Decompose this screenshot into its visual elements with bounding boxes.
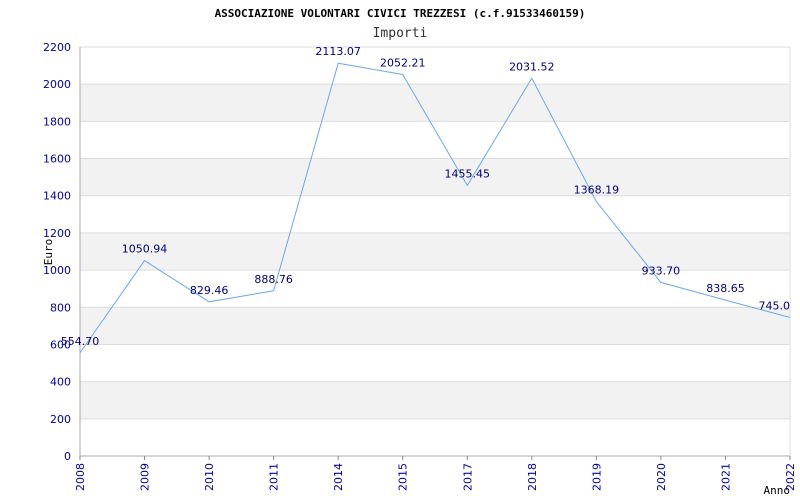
chart-subtitle: Importi xyxy=(373,26,428,41)
chart-title: ASSOCIAZIONE VOLONTARI CIVICI TREZZESI (… xyxy=(215,7,586,20)
grid-bands xyxy=(80,47,790,456)
data-label: 888.76 xyxy=(254,273,293,286)
y-tick-label: 2200 xyxy=(43,41,71,54)
grid-band xyxy=(80,195,790,233)
y-axis-label: Euro xyxy=(42,239,55,266)
data-label: 933.70 xyxy=(642,264,681,277)
data-label: 2031.52 xyxy=(509,60,555,73)
line-chart: 0200400600800100012001400160018002000220… xyxy=(42,7,797,497)
data-label: 829.46 xyxy=(190,284,229,297)
grid-band xyxy=(80,84,790,122)
chart-container: 0 200 400 600 800 1000 1200 1400 1600 1800 2000 220… xyxy=(0,0,800,500)
grid-band xyxy=(80,47,790,85)
grid-band xyxy=(80,344,790,382)
x-tick-label: 2008 xyxy=(74,463,87,491)
grid-band xyxy=(80,158,790,196)
y-tick-label: 1400 xyxy=(43,190,71,203)
data-label: 745.0 xyxy=(759,299,791,312)
grid-band xyxy=(80,418,790,456)
y-tick-label: 2000 xyxy=(43,78,71,91)
x-axis-label: Anno xyxy=(764,484,791,497)
x-tick-label: 2011 xyxy=(268,463,281,491)
x-tick-label: 2010 xyxy=(203,463,216,491)
x-tick-label: 2015 xyxy=(397,463,410,491)
x-tick-label: 2019 xyxy=(590,463,603,491)
y-tick-label: 1200 xyxy=(43,227,71,240)
y-tick-label: 1800 xyxy=(43,115,71,128)
x-tick-label: 2020 xyxy=(655,463,668,491)
y-tick-label: 1600 xyxy=(43,153,71,166)
y-tick-label: 400 xyxy=(50,376,71,389)
data-label: 838.65 xyxy=(706,282,745,295)
data-label: 1455.45 xyxy=(445,167,491,180)
y-tick-label: 800 xyxy=(50,301,71,314)
x-tick-label: 2018 xyxy=(526,463,539,491)
x-tick-label: 2017 xyxy=(461,463,474,491)
x-tick-label: 2014 xyxy=(332,463,345,491)
x-tick-label: 2021 xyxy=(719,463,732,491)
y-tick-label: 200 xyxy=(50,413,71,426)
grid-band xyxy=(80,381,790,419)
grid-band xyxy=(80,232,790,271)
data-label: 2052.21 xyxy=(380,56,426,69)
data-label: 2113.07 xyxy=(315,45,361,58)
x-tick-label: 2009 xyxy=(139,463,152,491)
data-label: 1368.19 xyxy=(574,184,620,197)
data-label: 554.70 xyxy=(61,335,100,348)
x-tick-labels: 2008 2009 2010 2011 2014 2015 2017 2018 2019 2020… xyxy=(74,456,797,491)
grid-band xyxy=(80,121,790,159)
grid-band xyxy=(80,307,790,345)
y-tick-label: 0 xyxy=(64,450,71,463)
data-label: 1050.94 xyxy=(122,243,168,256)
